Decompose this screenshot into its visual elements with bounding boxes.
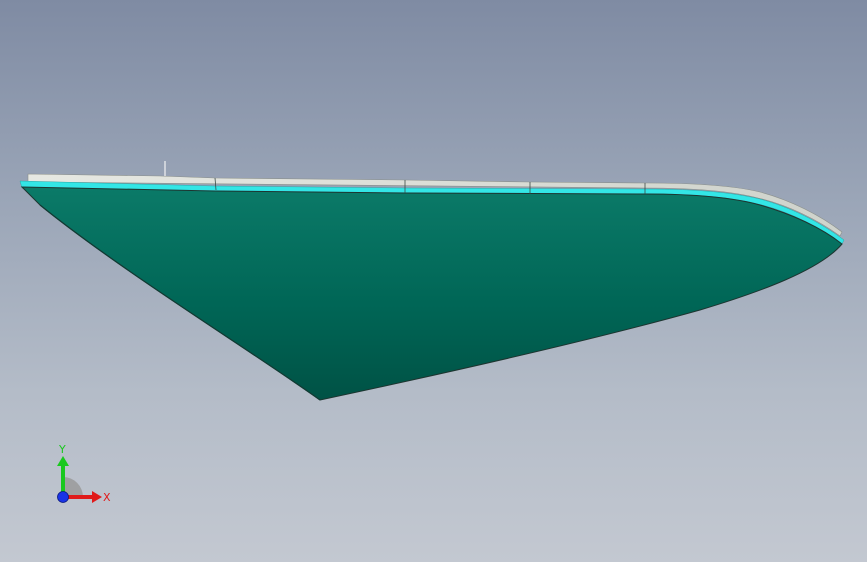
x-axis-arrowhead [92,491,102,503]
coordinate-triad[interactable]: Y X [52,440,112,510]
hull-side-face[interactable] [20,186,843,401]
x-axis-label: X [103,491,111,504]
y-axis-label: Y [58,443,66,456]
z-axis-dot [57,491,69,503]
model-view[interactable] [0,0,867,562]
graphics-viewport[interactable]: Y X [0,0,867,562]
y-axis-arrowhead [57,456,69,466]
